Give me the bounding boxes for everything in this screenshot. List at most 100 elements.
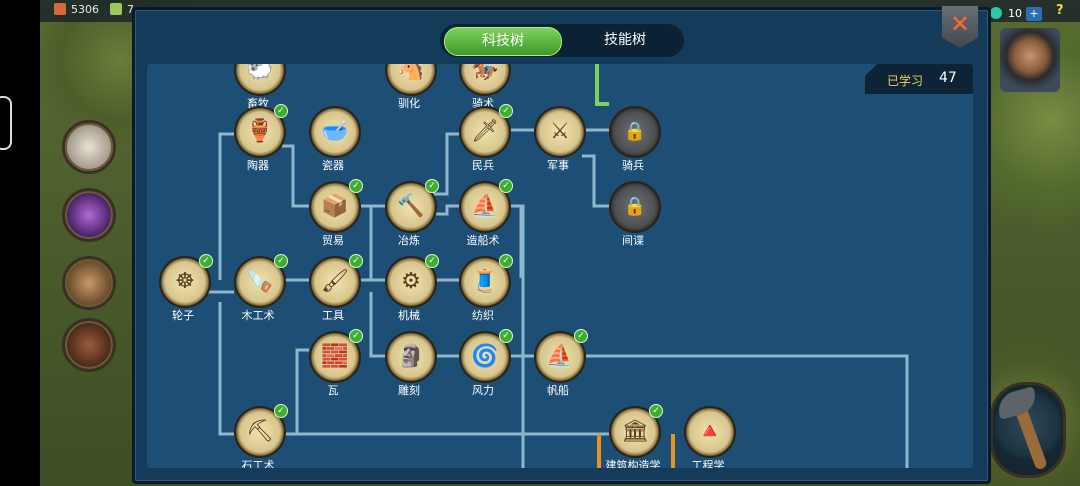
check-icon: ✓: [349, 254, 363, 268]
check-icon: ✓: [499, 179, 513, 193]
tech-node[interactable]: 🔺: [684, 406, 736, 458]
tech-node-label: 帆船: [547, 384, 569, 397]
check-icon: ✓: [499, 254, 513, 268]
wood-icon: [54, 3, 66, 15]
potion-button[interactable]: [62, 188, 116, 242]
axe-button[interactable]: [990, 382, 1066, 478]
tech-node-label: 间谍: [622, 234, 644, 247]
connector-line: [282, 144, 309, 208]
food-icon: [110, 3, 122, 15]
backpack-button[interactable]: [62, 256, 116, 310]
tech-node[interactable]: 🐑: [234, 64, 286, 96]
wood-resource: 5306: [54, 3, 99, 16]
check-icon: ✓: [425, 254, 439, 268]
tech-node[interactable]: 🌀 ✓: [459, 329, 513, 383]
tech-node[interactable]: 🔒: [609, 106, 661, 158]
tech-node-label: 石工术: [241, 459, 275, 468]
side-handle[interactable]: [0, 96, 12, 150]
lock-icon: 🔒: [623, 196, 647, 217]
tech-node[interactable]: ⛵ ✓: [534, 329, 588, 383]
tech-node[interactable]: 🪚 ✓: [234, 254, 288, 308]
tab-tech-tree[interactable]: 科技树: [444, 27, 562, 56]
add-gems-button[interactable]: +: [1026, 7, 1042, 21]
gems-resource: 10 +: [990, 2, 1050, 21]
tech-node-label: 木工术: [241, 309, 275, 322]
tech-node-label: 贸易: [322, 234, 344, 247]
tech-node-label: 瓷器: [322, 159, 344, 172]
lock-icon: 🔒: [623, 121, 647, 142]
tech-node[interactable]: 🗡 ✓: [459, 104, 513, 158]
tech-node[interactable]: ⛵ ✓: [459, 179, 513, 233]
tech-node-label: 工具: [322, 309, 344, 322]
tech-node[interactable]: ⚙ ✓: [385, 254, 439, 308]
tech-node[interactable]: 📦 ✓: [309, 179, 363, 233]
tab-bar: 科技树 技能树: [440, 24, 684, 57]
shop-button[interactable]: [62, 318, 116, 372]
tech-node[interactable]: 🥣: [309, 106, 361, 158]
tech-node-label: 轮子: [172, 309, 194, 322]
tech-node[interactable]: 🗿: [385, 331, 437, 383]
tech-tree-area: 已学习 47 🐑 畜牧 🐴 驯化 🏇 骑术 🏺 ✓ 陶器 🥣 瓷器 🗡 ✓ 民兵 ⚔ 军事 🔒 骑兵 📦 ✓ 贸易 🔨 ✓ 冶…: [147, 64, 973, 468]
learned-label: 已学习: [887, 74, 924, 88]
check-icon: ✓: [499, 329, 513, 343]
tech-node-label: 骑兵: [622, 159, 644, 172]
tab-skill-tree[interactable]: 技能树: [570, 27, 680, 54]
tech-icon: ⚔: [550, 119, 570, 144]
learned-counter: 已学习 47: [865, 64, 973, 94]
check-icon: ✓: [274, 104, 288, 118]
tech-node-label: 冶炼: [398, 234, 420, 247]
avatar[interactable]: [1000, 28, 1060, 92]
tech-icon: 🥣: [321, 119, 349, 144]
device-frame: [0, 0, 40, 486]
check-icon: ✓: [649, 404, 663, 418]
tech-node-label: 驯化: [398, 97, 420, 110]
tech-node[interactable]: 🧵 ✓: [459, 254, 513, 308]
tech-node[interactable]: 🧱 ✓: [309, 329, 363, 383]
tech-node-label: 建筑构造学: [605, 459, 661, 468]
learned-count: 47: [939, 70, 957, 86]
tech-node[interactable]: 🏛 ✓: [609, 404, 663, 458]
axe-icon: [994, 386, 1040, 420]
tech-node-label: 军事: [547, 159, 569, 172]
tech-node[interactable]: ⚔: [534, 106, 586, 158]
calendar-button[interactable]: [62, 120, 116, 174]
check-icon: ✓: [199, 254, 213, 268]
food-resource: 7: [110, 3, 134, 16]
wood-count: 5306: [71, 3, 99, 16]
check-icon: ✓: [574, 329, 588, 343]
help-button[interactable]: ?: [1056, 3, 1064, 18]
tech-icon: 🐴: [397, 64, 425, 82]
tech-node-label: 风力: [472, 384, 494, 397]
tech-node-label: 瓦: [327, 384, 339, 397]
tech-tree-panel: 科技树 技能树 ✕ 已学习 47 🐑 畜牧 🐴 驯化 🏇 骑术 🏺 ✓ 陶器 🥣 瓷器 🗡 ✓ 民兵 ⚔ 军事…: [132, 6, 991, 484]
tech-node[interactable]: 🏇: [459, 64, 511, 96]
check-icon: ✓: [274, 404, 288, 418]
tech-node[interactable]: 🔨 ✓: [385, 179, 439, 233]
tech-icon: 🔺: [696, 419, 724, 444]
connector-line: [369, 292, 385, 358]
tech-node[interactable]: 🔒: [609, 181, 661, 233]
check-icon: ✓: [425, 179, 439, 193]
connector-line: [295, 348, 309, 354]
tech-node-label: 机械: [398, 309, 420, 322]
tech-node[interactable]: ☸ ✓: [159, 254, 213, 308]
tech-node-label: 工程学: [691, 459, 725, 468]
tech-icon: 🏇: [471, 64, 499, 82]
tech-node-label: 陶器: [247, 159, 269, 172]
tech-node-label: 纺织: [472, 309, 494, 322]
tech-node-label: 民兵: [472, 159, 494, 172]
connector-line: [595, 64, 609, 106]
tech-node-label: 雕刻: [398, 384, 420, 397]
tech-icon: 🐑: [246, 64, 274, 82]
tech-node[interactable]: 🐴: [385, 64, 437, 96]
tech-icon: 🗿: [397, 344, 425, 369]
tech-node[interactable]: 🖌 ✓: [309, 254, 363, 308]
check-icon: ✓: [274, 254, 288, 268]
tech-node[interactable]: 🏺 ✓: [234, 104, 288, 158]
gem-count: 10: [1008, 7, 1022, 20]
connector-line: [218, 132, 234, 280]
tech-node[interactable]: ⛏ ✓: [234, 404, 288, 458]
check-icon: ✓: [349, 329, 363, 343]
close-button[interactable]: ✕: [942, 6, 978, 48]
close-icon: ✕: [950, 10, 971, 38]
